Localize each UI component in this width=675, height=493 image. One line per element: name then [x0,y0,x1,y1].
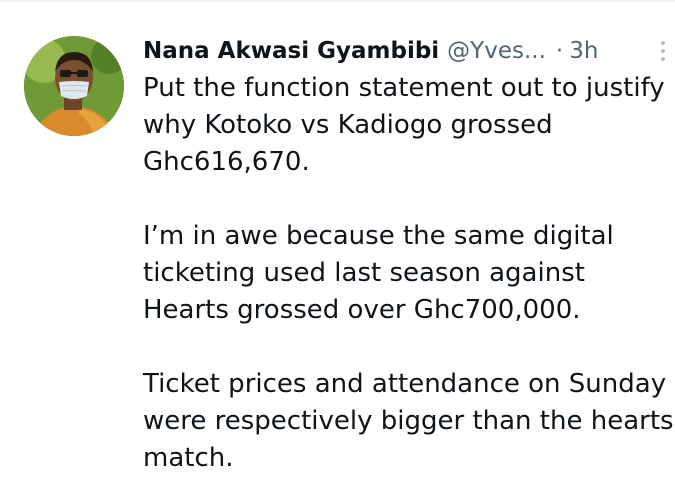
text-line: ticketing used last season against [143,258,585,288]
avatar-photo [24,36,124,136]
avatar[interactable] [24,36,124,136]
text-line: I’m in awe because the same digital [143,221,614,251]
author-handle[interactable]: @Yves... [447,38,546,64]
text-line: match. [143,443,234,473]
timestamp[interactable]: 3h [569,38,598,64]
text-line: why Kotoko vs Kadiogo grossed [143,110,553,140]
tweet-paragraph: Put the function statement out to justif… [143,70,674,181]
text-line: Hearts grossed over Ghc700,000. [143,295,581,325]
divider [0,0,675,2]
tweet-card[interactable]: Nana Akwasi Gyambibi @Yves... · 3h Put t… [0,0,675,493]
tweet-text: Put the function statement out to justif… [143,70,674,477]
tweet-content: Nana Akwasi Gyambibi @Yves... · 3h Put t… [143,24,674,493]
text-line: Ghc616,670. [143,147,310,177]
more-vertical-icon[interactable] [652,38,674,64]
tweet-header: Nana Akwasi Gyambibi @Yves... · 3h [143,32,674,70]
separator: · [555,38,564,64]
text-line: Put the function statement out to justif… [143,73,665,103]
tweet-paragraph: I’m in awe because the same digital tick… [143,218,674,329]
author-name[interactable]: Nana Akwasi Gyambibi [143,38,439,64]
tweet-paragraph: Ticket prices and attendance on Sunday w… [143,366,674,477]
text-line: Ticket prices and attendance on Sunday [143,369,667,399]
text-line: were respectively bigger than the hearts [143,406,674,436]
